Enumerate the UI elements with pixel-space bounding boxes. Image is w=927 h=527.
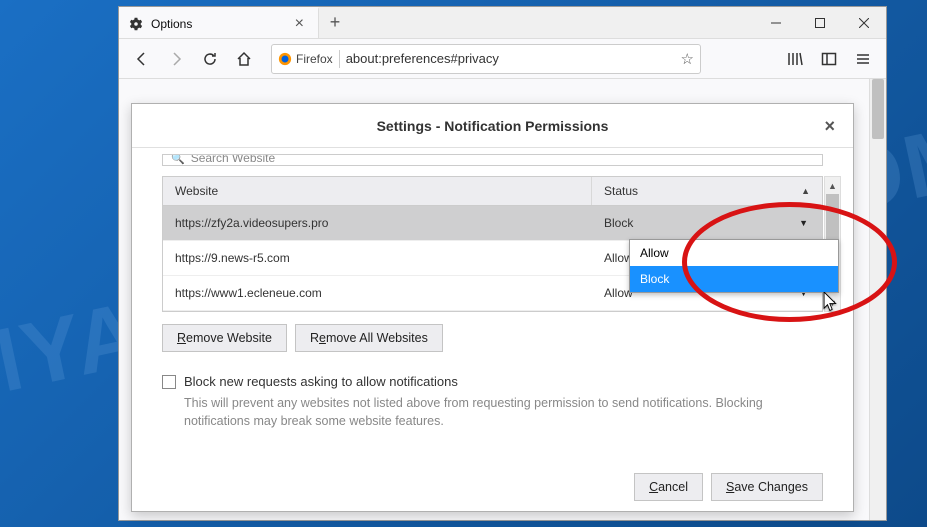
toolbar: Firefox about:preferences#privacy ☆ [119, 39, 886, 79]
scroll-down-icon[interactable]: ▼ [825, 294, 840, 311]
remove-all-websites-button[interactable]: Remove All Websites [295, 324, 443, 352]
identity-box[interactable]: Firefox [278, 52, 333, 66]
reload-button[interactable] [195, 44, 225, 74]
new-tab-button[interactable]: + [319, 7, 351, 38]
status-cell[interactable]: Block▼ [592, 210, 822, 236]
identity-label: Firefox [296, 52, 333, 66]
separator [339, 50, 340, 68]
home-button[interactable] [229, 44, 259, 74]
sidebar-button[interactable] [814, 44, 844, 74]
status-dropdown[interactable]: AllowBlock [629, 239, 839, 293]
url-bar[interactable]: Firefox about:preferences#privacy ☆ [271, 44, 701, 74]
page-scrollbar[interactable] [869, 79, 886, 520]
checkbox-label: Block new requests asking to allow notif… [184, 374, 458, 389]
search-icon: 🔍 [171, 154, 185, 165]
content-area: Settings - Notification Permissions × 🔍 … [119, 79, 886, 520]
chevron-down-icon: ▼ [799, 218, 808, 228]
window-close-button[interactable] [842, 7, 886, 38]
browser-tab[interactable]: Options × [119, 7, 319, 38]
table-row[interactable]: https://zfy2a.videosupers.proBlock▼ [163, 206, 822, 241]
website-cell: https://9.news-r5.com [163, 245, 592, 271]
sort-indicator-icon: ▲ [801, 186, 810, 196]
menu-button[interactable] [848, 44, 878, 74]
website-cell: https://zfy2a.videosupers.pro [163, 210, 592, 236]
remove-website-button[interactable]: Remove Website [162, 324, 287, 352]
cancel-button[interactable]: Cancel [634, 473, 703, 501]
titlebar: Options × + [119, 7, 886, 39]
website-cell: https://www1.ecleneue.com [163, 280, 592, 306]
firefox-icon [278, 52, 292, 66]
dialog-title: Settings - Notification Permissions [377, 118, 609, 134]
forward-button[interactable] [161, 44, 191, 74]
tab-close-button[interactable]: × [291, 15, 308, 33]
minimize-button[interactable] [754, 7, 798, 38]
save-changes-button[interactable]: Save Changes [711, 473, 823, 501]
search-placeholder: Search Website [191, 154, 276, 165]
dialog-close-button[interactable]: × [816, 114, 843, 139]
back-button[interactable] [127, 44, 157, 74]
table-header: Website Status ▲ [163, 177, 822, 206]
library-button[interactable] [780, 44, 810, 74]
help-text: This will prevent any websites not liste… [184, 395, 823, 430]
url-text: about:preferences#privacy [346, 51, 675, 66]
browser-window: Options × + Firefox about:preferences#pr… [118, 6, 887, 521]
column-website[interactable]: Website [163, 177, 592, 205]
tab-title: Options [151, 17, 283, 31]
dropdown-option[interactable]: Allow [630, 240, 838, 266]
window-controls [754, 7, 886, 38]
bookmark-star-icon[interactable]: ☆ [681, 50, 694, 68]
gear-icon [129, 17, 143, 31]
scroll-up-icon[interactable]: ▲ [825, 177, 840, 194]
maximize-button[interactable] [798, 7, 842, 38]
dialog-header: Settings - Notification Permissions × [132, 104, 853, 148]
notification-permissions-dialog: Settings - Notification Permissions × 🔍 … [131, 103, 854, 512]
dropdown-option[interactable]: Block [630, 266, 838, 292]
block-new-requests-checkbox[interactable] [162, 375, 176, 389]
search-website-input[interactable]: 🔍 Search Website [162, 154, 823, 166]
column-status[interactable]: Status ▲ [592, 177, 822, 205]
